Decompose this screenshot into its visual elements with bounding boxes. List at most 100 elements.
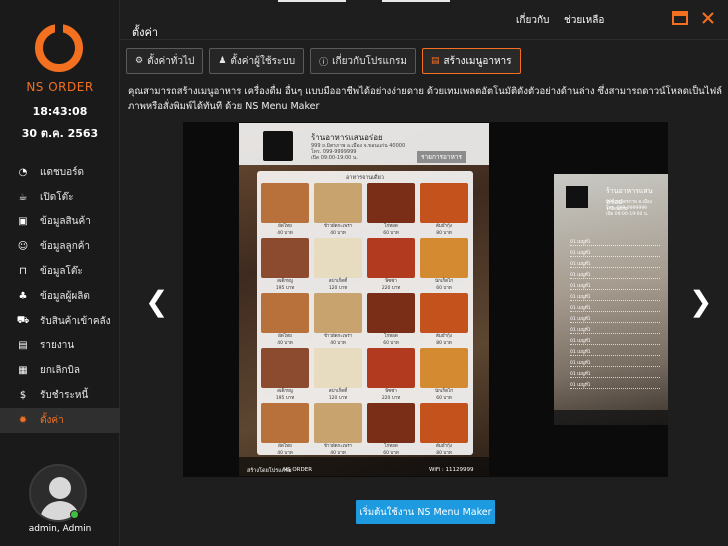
sidebar-item[interactable]: $ รับชำระหนี้ — [0, 383, 120, 408]
app-window: NS ORDER 18:43:08 30 ต.ค. 2563 ◔ แดชบอร์ด… — [0, 0, 728, 546]
dish-item: ข้าวผัดกะเพรา 40 บาท — [314, 183, 362, 238]
dish-price: 60 บาท — [383, 341, 399, 346]
sidebar-item-label: เปิดโต๊ะ — [40, 191, 74, 203]
dish-photo — [420, 348, 468, 388]
dish-item: สปาเก็ตตี้ 120 บาท — [314, 348, 362, 403]
dish-price: 120 บาท — [328, 286, 348, 291]
dish-name: ข้าวผัดกะเพรา — [323, 224, 353, 229]
dish-photo — [314, 348, 362, 388]
dish-name: พิซซ่า — [385, 389, 397, 394]
tab[interactable]: ♟ ตั้งค่าผู้ใช้ระบบ — [209, 48, 305, 74]
cancel-bill-icon: ▦ — [18, 365, 28, 377]
about-link[interactable]: เกี่ยวกับ — [516, 13, 549, 28]
dish-item: ผัดไทย 40 บาท — [261, 293, 309, 348]
tab-label: เกี่ยวกับโปรแกรม — [332, 55, 407, 67]
dish-name: ผัดไทย — [278, 224, 292, 229]
dish-item: ต้มยำกุ้ง 80 บาท — [420, 403, 468, 458]
dish-item: ไก่ทอด 60 บาท — [367, 183, 415, 238]
dashboard-icon: ◔ — [18, 166, 28, 178]
menu-item-line: 01 เมนูที่1 — [570, 260, 660, 268]
sidebar-item[interactable]: ☺ ข้อมูลลูกค้า — [0, 234, 120, 259]
sidebar-item[interactable]: ▦ ยกเลิกบิล — [0, 358, 120, 383]
info-icon: ⓘ — [319, 57, 329, 68]
dish-item: พิซซ่า 220 บาท — [367, 348, 415, 403]
sidebar-item[interactable]: ◔ แดชบอร์ด — [0, 160, 120, 185]
dish-photo — [261, 183, 309, 223]
dish-grid: อาหารจานเดียว ผัดไทย 40 บาท ข้าวผัดกะเพรา 4… — [257, 171, 473, 458]
sidebar-item[interactable]: ✹ ตั้งค่า — [0, 407, 120, 433]
previous-arrow-icon[interactable]: ❮ — [145, 285, 168, 318]
dish-name: พิซซ่า — [385, 279, 397, 284]
sidebar-item-label: ข้อมูลผู้ผลิต — [40, 290, 90, 302]
dish-name: สปาเก็ตตี้ — [328, 279, 348, 284]
dollar-icon: $ — [19, 390, 27, 402]
next-arrow-icon[interactable]: ❯ — [689, 285, 712, 318]
window-layout-icon[interactable] — [672, 10, 688, 26]
sidebar-item[interactable]: ▣ ข้อมูลสินค้า — [0, 210, 120, 235]
online-status-dot — [70, 510, 79, 519]
dish-price: 80 บาท — [436, 231, 452, 236]
tab-label: ตั้งค่าผู้ใช้ระบบ — [230, 55, 296, 67]
dish-item: นักเก็ตไก่ 60 บาท — [420, 348, 468, 403]
menu-book-icon: ▤ — [431, 56, 440, 66]
settings-tabs: ⚙ ตั้งค่าทั่วไป ♟ ตั้งค่าผู้ใช้ระบบ ⓘ เกี่ยวก… — [126, 48, 521, 74]
dish-photo — [367, 348, 415, 388]
sidebar-item[interactable]: ☕ เปิดโต๊ะ — [0, 185, 120, 210]
dish-photo — [261, 348, 309, 388]
dish-name: ไก่ทอด — [384, 224, 398, 229]
menu-item-line: 01 เมนูที่1 — [570, 326, 660, 334]
dish-price: 220 บาท — [381, 396, 401, 401]
menu-item-line: 01 เมนูที่1 — [570, 249, 660, 257]
menu-item-line: 01 เมนูที่1 — [570, 348, 660, 356]
cup-icon: ☕ — [18, 191, 28, 203]
sidebar-menu: ◔ แดชบอร์ด ☕ เปิดโต๊ะ ▣ ข้อมูลสินค้า ☺ ข้อมูลลู… — [0, 160, 120, 433]
restaurant-hours: เปิด 09:00-19:00 น. — [606, 212, 649, 217]
dish-name: ไก่ทอด — [384, 444, 398, 449]
sidebar-item[interactable]: ♣ ข้อมูลผู้ผลิต — [0, 284, 120, 309]
dish-photo — [314, 403, 362, 443]
help-link[interactable]: ช่วยเหลือ — [564, 13, 604, 28]
menu-item-line: 01 เมนูที่1 — [570, 315, 660, 323]
menu-template-preview-2: ร้านอาหารแสนอร่อย 999 ถ.มิตรภาพ อ.เมือง … — [554, 174, 668, 425]
dish-item: สเต็กหมู 195 บาท — [261, 238, 309, 293]
tab-label: ตั้งค่าทั่วไป — [147, 55, 195, 67]
menu-list-badge: รายการอาหาร — [417, 151, 467, 163]
topbar: ตั้งค่า เกี่ยวกับ ช่วยเหลือ — [120, 0, 728, 40]
tab[interactable]: ⚙ ตั้งค่าทั่วไป — [126, 48, 204, 74]
sidebar-item[interactable]: ⛟ รับสินค้าเข้าคลัง — [0, 309, 120, 334]
ns-order-logo — [35, 22, 83, 72]
window-tab-indicator — [382, 0, 450, 2]
window-tab-indicator — [278, 0, 346, 2]
page-title: ตั้งค่า — [132, 26, 159, 39]
dish-name: นักเก็ตไก่ — [435, 389, 453, 394]
tab[interactable]: ⓘ เกี่ยวกับโปรแกรม — [310, 48, 416, 74]
dish-name: ไก่ทอด — [384, 334, 398, 339]
brand-name: NS ORDER — [26, 80, 94, 94]
dish-name: สเต็กหมู — [277, 389, 293, 394]
table-icon: ⊓ — [19, 266, 27, 278]
sidebar-item[interactable]: ⊓ ข้อมูลโต๊ะ — [0, 259, 120, 284]
start-menu-maker-button[interactable]: เริ่มต้นใช้งาน NS Menu Maker — [356, 500, 495, 524]
dish-photo — [261, 403, 309, 443]
clock: 18:43:08 — [32, 105, 88, 118]
menu-maker-description: คุณสามารถสร้างเมนูอาหาร เครื่องดื่ม อื่น… — [128, 86, 723, 112]
dish-price: 120 บาท — [328, 396, 348, 401]
dish-photo — [314, 183, 362, 223]
dish-price: 40 บาท — [330, 451, 346, 456]
dish-item: ไก่ทอด 60 บาท — [367, 403, 415, 458]
menu-item-line: 01 เมนูที่1 — [570, 293, 660, 301]
menu-template-preview: ร้านอาหารแสนอร่อย 999 ถ.มิตรภาพ อ.เมือง … — [239, 123, 489, 476]
dish-price: 60 บาท — [436, 396, 452, 401]
sidebar-item[interactable]: ▤ รายงาน — [0, 334, 120, 359]
dish-price: 40 บาท — [330, 231, 346, 236]
close-icon[interactable] — [700, 10, 716, 26]
dish-photo — [261, 238, 309, 278]
tab[interactable]: ▤ สร้างเมนูอาหาร — [422, 48, 521, 74]
menu-item-line: 01 เมนูที่1 — [570, 381, 660, 389]
dish-item: พิซซ่า 220 บาท — [367, 238, 415, 293]
dish-item: ต้มยำกุ้ง 80 บาท — [420, 183, 468, 238]
users-icon: ☺ — [17, 241, 29, 253]
dish-photo — [420, 183, 468, 223]
dish-price: 40 บาท — [330, 341, 346, 346]
dish-name: สปาเก็ตตี้ — [328, 389, 348, 394]
